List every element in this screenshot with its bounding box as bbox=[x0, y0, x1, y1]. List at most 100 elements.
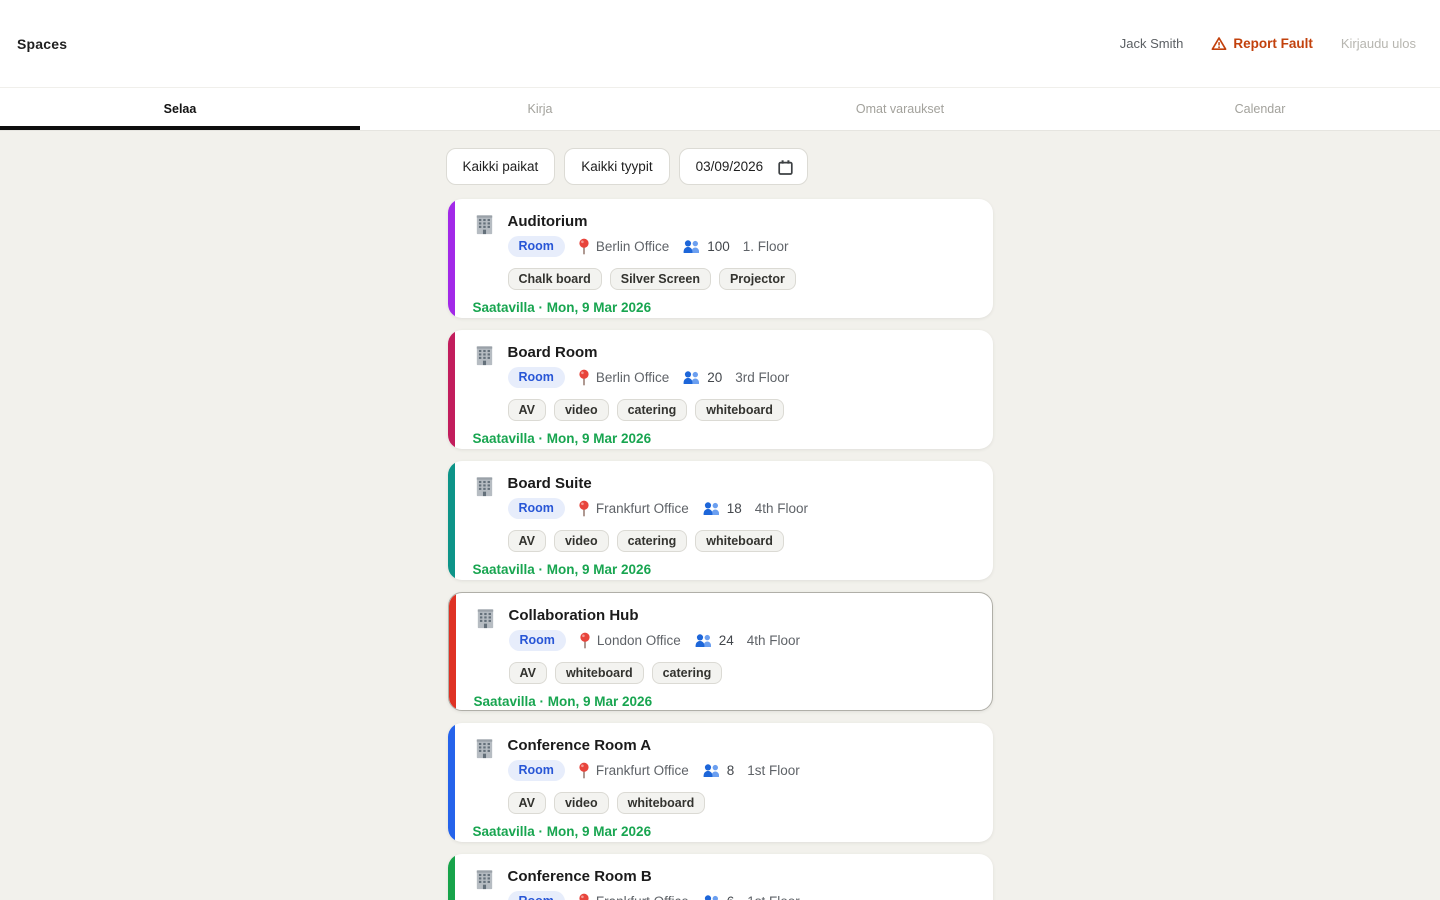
people-icon bbox=[702, 502, 721, 516]
card-accent-bar bbox=[448, 461, 455, 580]
tab-calendar[interactable]: Calendar bbox=[1080, 88, 1440, 130]
tag: video bbox=[554, 530, 609, 552]
main-content: Kaikki paikat Kaikki tyypit 03/09/2026 bbox=[0, 131, 1440, 900]
room-card[interactable]: Board Room Room Berlin Office bbox=[448, 330, 993, 449]
user-name: Jack Smith bbox=[1120, 36, 1184, 51]
room-meta: Room Frankfurt Office bbox=[508, 760, 800, 781]
room-name: Conference Room B bbox=[508, 867, 800, 886]
building-icon bbox=[473, 737, 496, 760]
tag: Chalk board bbox=[508, 268, 602, 290]
tag: AV bbox=[509, 662, 547, 684]
people-icon bbox=[682, 371, 701, 385]
room-card[interactable]: Auditorium Room Berlin Office bbox=[448, 199, 993, 318]
tab-bar: Selaa Kirja Omat varaukset Calendar bbox=[0, 87, 1440, 131]
type-filter-dropdown[interactable]: Kaikki tyypit bbox=[564, 148, 669, 185]
room-name: Collaboration Hub bbox=[509, 606, 801, 625]
logout-link[interactable]: Kirjaudu ulos bbox=[1341, 36, 1416, 51]
people-icon bbox=[694, 634, 713, 648]
tag: AV bbox=[508, 530, 546, 552]
building-icon bbox=[473, 344, 496, 367]
room-meta: Room Frankfurt Office bbox=[508, 498, 809, 519]
availability-status: Saatavilla · Mon, 9 Mar 2026 bbox=[473, 562, 975, 577]
location-pin-icon bbox=[579, 632, 591, 649]
filters-row: Kaikki paikat Kaikki tyypit 03/09/2026 bbox=[446, 148, 993, 185]
room-list: Auditorium Room Berlin Office bbox=[448, 199, 993, 900]
room-name: Auditorium bbox=[508, 212, 796, 231]
card-accent-bar bbox=[448, 723, 455, 842]
type-filter-label: Kaikki tyypit bbox=[581, 159, 652, 174]
floor-label: 4th Floor bbox=[755, 501, 808, 516]
tab-kirja[interactable]: Kirja bbox=[360, 88, 720, 130]
floor-label: 3rd Floor bbox=[735, 370, 789, 385]
tab-label: Selaa bbox=[164, 102, 197, 116]
location-pin-icon bbox=[578, 500, 590, 517]
tag: whiteboard bbox=[695, 530, 784, 552]
capacity-value: 24 bbox=[719, 633, 734, 648]
people-icon bbox=[682, 240, 701, 254]
room-card[interactable]: Conference Room A Room Frankfurt Office bbox=[448, 723, 993, 842]
room-meta: Room Berlin Office bbox=[508, 236, 796, 257]
tab-selaa[interactable]: Selaa bbox=[0, 88, 360, 130]
building-icon bbox=[474, 607, 497, 630]
room-card[interactable]: Conference Room B Room Frankfurt Office bbox=[448, 854, 993, 900]
room-card[interactable]: Collaboration Hub Room London Office bbox=[448, 592, 993, 711]
date-value: 03/09/2026 bbox=[696, 159, 764, 174]
tag: whiteboard bbox=[617, 792, 706, 814]
tab-label: Kirja bbox=[527, 102, 552, 116]
card-accent-bar bbox=[448, 199, 455, 318]
location-pin-icon bbox=[578, 893, 590, 900]
tags-row: Chalk boardSilver ScreenProjector bbox=[508, 268, 796, 290]
capacity-value: 20 bbox=[707, 370, 722, 385]
building-icon bbox=[473, 475, 496, 498]
availability-status: Saatavilla · Mon, 9 Mar 2026 bbox=[473, 431, 975, 446]
room-type-badge: Room bbox=[508, 891, 565, 900]
capacity-value: 8 bbox=[727, 763, 735, 778]
floor-label: 1. Floor bbox=[743, 239, 789, 254]
people-icon bbox=[702, 895, 721, 900]
capacity-value: 18 bbox=[727, 501, 742, 516]
card-accent-bar bbox=[448, 854, 455, 900]
app-title: Spaces bbox=[17, 36, 67, 52]
room-name: Conference Room A bbox=[508, 736, 800, 755]
calendar-icon[interactable] bbox=[777, 159, 794, 176]
room-meta: Room Berlin Office bbox=[508, 367, 790, 388]
room-card[interactable]: Board Suite Room Frankfurt Office bbox=[448, 461, 993, 580]
location-pin-icon bbox=[578, 238, 590, 255]
header-actions: Jack Smith Report Fault Kirjaudu ulos bbox=[1120, 36, 1416, 51]
tag: AV bbox=[508, 399, 546, 421]
tags-row: AV video catering whiteboard bbox=[508, 399, 790, 421]
floor-label: 4th Floor bbox=[747, 633, 800, 648]
people-icon bbox=[702, 764, 721, 778]
availability-status: Saatavilla · Mon, 9 Mar 2026 bbox=[474, 694, 974, 709]
tags-row: AVvideocateringwhiteboard bbox=[508, 530, 809, 552]
warning-icon bbox=[1211, 36, 1227, 51]
date-input[interactable]: 03/09/2026 bbox=[679, 148, 809, 185]
office-name: Frankfurt Office bbox=[596, 763, 689, 778]
room-type-badge: Room bbox=[508, 367, 565, 388]
tag: catering bbox=[617, 399, 688, 421]
room-type-badge: Room bbox=[508, 760, 565, 781]
office-name: Frankfurt Office bbox=[596, 501, 689, 516]
tag: video bbox=[554, 399, 609, 421]
capacity-value: 6 bbox=[727, 894, 735, 900]
building-icon bbox=[473, 213, 496, 236]
room-type-badge: Room bbox=[508, 498, 565, 519]
floor-label: 1st Floor bbox=[747, 894, 800, 900]
tab-omat-varaukset[interactable]: Omat varaukset bbox=[720, 88, 1080, 130]
room-type-badge: Room bbox=[508, 236, 565, 257]
room-type-badge: Room bbox=[509, 630, 566, 651]
report-fault-label: Report Fault bbox=[1233, 36, 1313, 51]
office-name: Berlin Office bbox=[596, 370, 669, 385]
room-name: Board Suite bbox=[508, 474, 809, 493]
floor-label: 1st Floor bbox=[747, 763, 800, 778]
availability-status: Saatavilla · Mon, 9 Mar 2026 bbox=[473, 300, 975, 315]
tag: whiteboard bbox=[695, 399, 784, 421]
availability-status: Saatavilla · Mon, 9 Mar 2026 bbox=[473, 824, 975, 839]
capacity-value: 100 bbox=[707, 239, 730, 254]
room-meta: Room Frankfurt Office bbox=[508, 891, 800, 900]
location-filter-dropdown[interactable]: Kaikki paikat bbox=[446, 148, 556, 185]
report-fault-button[interactable]: Report Fault bbox=[1211, 36, 1313, 51]
location-pin-icon bbox=[578, 762, 590, 779]
office-name: Berlin Office bbox=[596, 239, 669, 254]
tag: Projector bbox=[719, 268, 796, 290]
